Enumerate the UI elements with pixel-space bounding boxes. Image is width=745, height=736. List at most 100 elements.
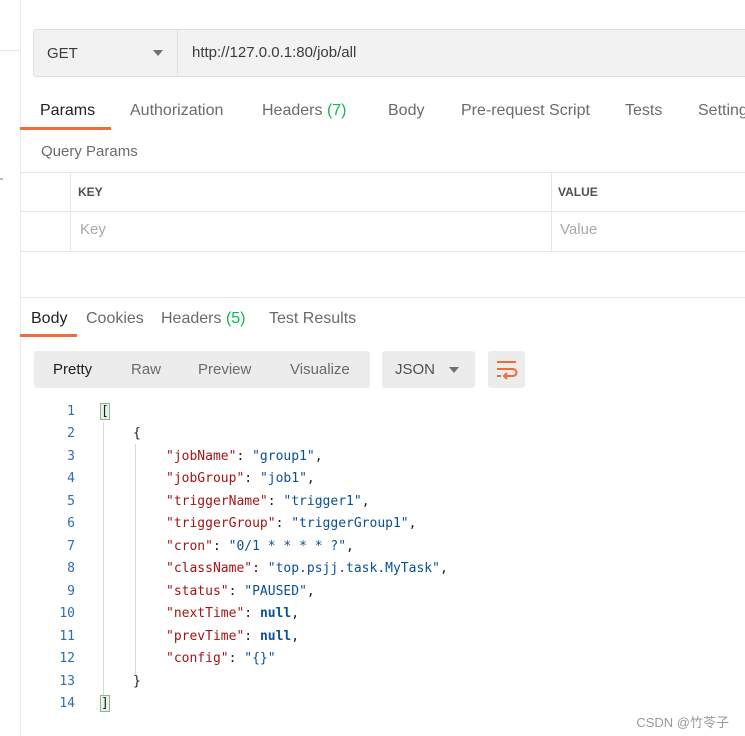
response-tab-body[interactable]: Body xyxy=(31,302,67,336)
query-params-title: Query Params xyxy=(41,143,138,160)
tab-label: Body xyxy=(31,310,68,327)
request-tabs: Params Authorization Headers (7) Body Pr… xyxy=(20,92,745,132)
view-visualize-button[interactable]: Visualize xyxy=(290,351,350,388)
json-comma: , xyxy=(291,629,300,644)
close-bracket: ] xyxy=(100,695,110,712)
sidebar-divider xyxy=(0,50,20,51)
sidebar-marker xyxy=(0,178,3,180)
line-number: 11 xyxy=(59,629,75,644)
line-number: 14 xyxy=(59,696,75,711)
tab-count: (5) xyxy=(225,310,246,327)
tab-label: Tests xyxy=(625,102,663,119)
tab-body[interactable]: Body xyxy=(388,92,424,130)
line-number: 12 xyxy=(59,651,75,666)
json-key: "nextTime" xyxy=(166,606,245,621)
query-params-table: KEY VALUE Key Value xyxy=(20,172,745,252)
json-key: "status" xyxy=(166,584,229,599)
line-number: 5 xyxy=(67,494,75,509)
tab-label: Body xyxy=(388,102,425,119)
method-select[interactable]: GET xyxy=(34,30,178,76)
json-key: "prevTime" xyxy=(166,629,245,644)
json-value: "job1" xyxy=(259,471,307,486)
value-input[interactable]: Value xyxy=(560,221,597,238)
tab-count: (7) xyxy=(326,102,347,119)
column-divider xyxy=(551,173,552,251)
watermark: CSDN @竹苓子 xyxy=(636,715,729,730)
tab-settings[interactable]: Setting xyxy=(698,92,745,130)
active-tab-underline xyxy=(20,127,111,130)
code-line: "config": "{}" xyxy=(166,651,276,666)
response-tab-test-results[interactable]: Test Results xyxy=(269,302,356,336)
open-bracket: [ xyxy=(100,403,110,420)
key-column-header: KEY xyxy=(78,185,103,199)
tab-params[interactable]: Params xyxy=(40,92,95,130)
response-tabs: Body Cookies Headers (5) Test Results xyxy=(20,302,745,340)
tab-tests[interactable]: Tests xyxy=(625,92,662,130)
view-pretty-button[interactable]: Pretty xyxy=(53,351,92,388)
view-raw-button[interactable]: Raw xyxy=(131,351,161,388)
json-value: "triggerGroup1" xyxy=(291,516,409,531)
line-number: 2 xyxy=(67,426,75,441)
json-value: "trigger1" xyxy=(283,494,362,509)
line-number: 8 xyxy=(67,561,75,576)
json-comma: , xyxy=(314,449,323,464)
json-comma: , xyxy=(346,539,354,554)
code-line: "jobName": "group1", xyxy=(166,449,323,464)
tab-label: Test Results xyxy=(269,310,357,327)
tab-label: Headers xyxy=(262,102,323,119)
json-comma: , xyxy=(408,516,417,531)
view-preview-button[interactable]: Preview xyxy=(198,351,251,388)
json-value: "group1" xyxy=(252,449,315,464)
chevron-down-icon xyxy=(153,50,163,56)
active-response-tab-underline xyxy=(20,334,77,337)
response-tab-headers[interactable]: Headers (5) xyxy=(161,302,246,336)
json-comma: , xyxy=(361,494,370,509)
tab-label: Cookies xyxy=(86,310,144,327)
code-line: "triggerName": "trigger1", xyxy=(166,494,370,509)
wrap-lines-button[interactable] xyxy=(488,351,525,388)
line-number: 7 xyxy=(67,539,75,554)
json-key: "jobName" xyxy=(166,449,237,464)
json-comma: , xyxy=(306,584,315,599)
column-divider xyxy=(70,173,71,251)
line-number: 6 xyxy=(67,516,75,531)
tab-headers[interactable]: Headers (7) xyxy=(262,92,347,130)
code-line: "jobGroup": "job1", xyxy=(166,471,315,486)
json-key: "triggerName" xyxy=(166,494,268,509)
format-label: JSON xyxy=(395,361,436,378)
tab-pre-request-script[interactable]: Pre-request Script xyxy=(461,92,590,130)
json-key: "className" xyxy=(166,561,253,576)
line-number: 3 xyxy=(67,449,75,464)
line-number: 9 xyxy=(67,584,75,599)
wrap-lines-icon xyxy=(497,361,518,380)
indent-guide xyxy=(103,422,104,700)
value-column-header: VALUE xyxy=(558,185,598,199)
json-key: "jobGroup" xyxy=(166,471,245,486)
json-key: "cron" xyxy=(166,539,213,554)
code-line: "prevTime": null, xyxy=(166,629,300,644)
line-number: 13 xyxy=(59,674,75,689)
code-line: "cron": "0/1 * * * * ?", xyxy=(166,539,354,554)
tab-label: Authorization xyxy=(130,102,224,119)
url-input[interactable]: http://127.0.0.1:80/job/all xyxy=(192,30,356,76)
json-key: "triggerGroup" xyxy=(166,516,276,531)
section-divider xyxy=(20,297,745,298)
method-label: GET xyxy=(47,44,78,62)
tab-label: Headers xyxy=(161,310,222,327)
url-bar: GET http://127.0.0.1:80/job/all xyxy=(33,29,745,77)
json-value: "top.psjj.task.MyTask" xyxy=(267,561,440,576)
key-input[interactable]: Key xyxy=(80,221,106,238)
code-line: "status": "PAUSED", xyxy=(166,584,315,599)
code-line: "className": "top.psjj.task.MyTask", xyxy=(166,561,448,576)
tab-authorization[interactable]: Authorization xyxy=(130,92,223,130)
json-value: null xyxy=(259,606,292,621)
response-tab-cookies[interactable]: Cookies xyxy=(86,302,144,336)
format-select[interactable]: JSON xyxy=(382,351,475,388)
code-line: "nextTime": null, xyxy=(166,606,300,621)
line-number: 1 xyxy=(67,404,75,419)
tab-label: Pre-request Script xyxy=(461,102,590,119)
json-comma: , xyxy=(291,606,300,621)
response-body-editor[interactable]: 1 2 3 4 5 6 7 8 9 10 11 12 13 14 [ { "jo… xyxy=(0,400,745,720)
json-key: "config" xyxy=(166,651,229,666)
close-brace: } xyxy=(133,674,141,689)
